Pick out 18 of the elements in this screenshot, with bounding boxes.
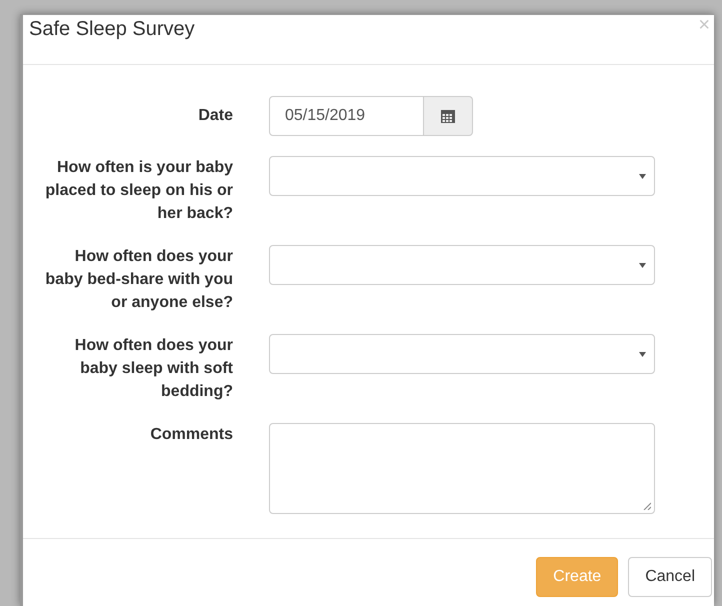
calendar-button[interactable] xyxy=(424,96,473,136)
resize-handle-icon xyxy=(643,502,651,510)
comments-field[interactable] xyxy=(269,423,655,514)
field-label: Date xyxy=(197,106,233,126)
calendar-icon xyxy=(441,109,455,123)
caret-icon xyxy=(639,352,646,356)
select-field[interactable] xyxy=(269,156,655,196)
date-field[interactable]: 05/15/2019 xyxy=(269,96,424,136)
field-label: How often does your baby sleep with soft bedding? xyxy=(74,336,233,402)
caret-icon xyxy=(639,262,646,268)
select-field[interactable] xyxy=(269,245,655,285)
field-label: How often does your baby bed-share with you or anyone else? xyxy=(44,247,233,313)
field-label: Comments xyxy=(149,425,233,445)
field-label: How often is your baby placed to sleep on his or her back? xyxy=(44,158,233,224)
caret-icon xyxy=(639,174,646,178)
dialog-title: Safe Sleep Survey xyxy=(29,17,195,42)
select-field[interactable] xyxy=(269,334,655,374)
cancel-button[interactable]: Cancel xyxy=(628,557,712,597)
